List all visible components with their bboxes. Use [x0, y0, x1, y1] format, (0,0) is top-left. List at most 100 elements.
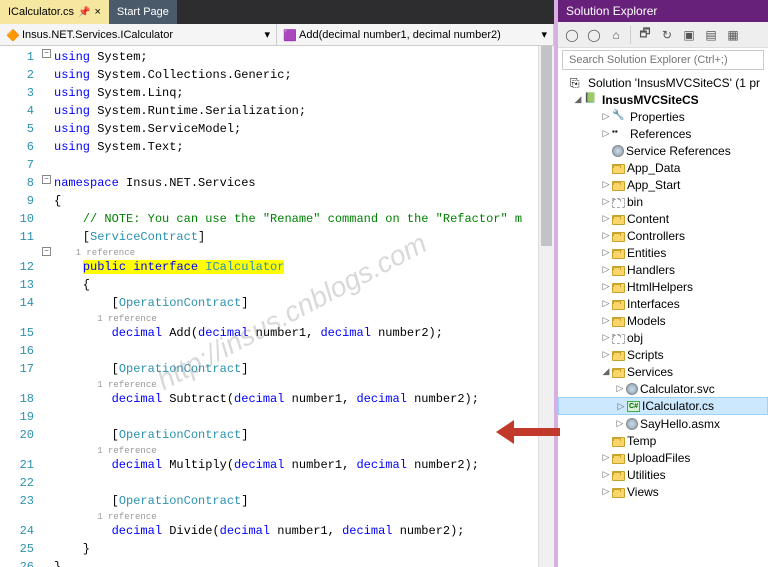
expand-icon[interactable]: ▷: [600, 247, 612, 258]
expand-icon[interactable]: ▷: [600, 281, 612, 292]
folder-icon: [612, 181, 625, 191]
tree-label: HtmlHelpers: [627, 280, 693, 294]
expand-icon[interactable]: ▷: [600, 264, 612, 275]
tree-item-service-references[interactable]: Service References: [558, 142, 768, 159]
expand-icon[interactable]: ▷: [600, 230, 612, 241]
references-icon: ▪▪: [612, 127, 628, 141]
tree-label: Handlers: [627, 263, 675, 277]
expand-icon[interactable]: ◢: [600, 366, 612, 377]
expand-icon[interactable]: ◢: [572, 94, 584, 105]
expand-icon[interactable]: ▷: [600, 213, 612, 224]
sync-icon[interactable]: 🗗: [635, 25, 655, 45]
nav-member-dropdown[interactable]: 🟪 Add(decimal number1, decimal number2) …: [277, 24, 554, 45]
home-icon[interactable]: ⌂: [606, 25, 626, 45]
expand-icon[interactable]: ▷: [600, 298, 612, 309]
folder-icon: [612, 437, 625, 447]
tree-item-uploadfiles[interactable]: ▷UploadFiles: [558, 449, 768, 466]
method-icon: 🟪: [283, 29, 295, 41]
tree-item-insusmvcsitecs[interactable]: ◢📗InsusMVCSiteCS: [558, 91, 768, 108]
forward-icon[interactable]: ◯: [584, 25, 604, 45]
tree-item-temp[interactable]: Temp: [558, 432, 768, 449]
tree-label: InsusMVCSiteCS: [602, 93, 699, 107]
fold-toggle[interactable]: −: [42, 175, 51, 184]
solution-tree: ⎘Solution 'InsusMVCSiteCS' (1 pr◢📗InsusM…: [558, 72, 768, 567]
expand-icon[interactable]: ▷: [600, 315, 612, 326]
expand-icon[interactable]: ▷: [614, 418, 626, 429]
folder-icon: [612, 351, 625, 361]
tree-item-solution-insusmvcsitecs-1-pr[interactable]: ⎘Solution 'InsusMVCSiteCS' (1 pr: [558, 74, 768, 91]
expand-icon[interactable]: ▷: [600, 349, 612, 360]
tree-item-bin[interactable]: ▷ bin: [558, 193, 768, 210]
expand-icon[interactable]: ▷: [600, 486, 612, 497]
solution-search: [558, 48, 768, 72]
folder-icon: [612, 300, 625, 310]
tree-item-services[interactable]: ◢ Services: [558, 363, 768, 380]
tree-label: bin: [627, 195, 643, 209]
tab-icalculator[interactable]: ICalculator.cs 📌 ×: [0, 0, 109, 24]
code-content[interactable]: using System;using System.Collections.Ge…: [54, 46, 538, 567]
expand-icon[interactable]: ▷: [600, 111, 612, 122]
pin-icon[interactable]: 📌: [78, 7, 90, 18]
tree-item-obj[interactable]: ▷ obj: [558, 329, 768, 346]
tree-item-app-start[interactable]: ▷App_Start: [558, 176, 768, 193]
tree-item-properties[interactable]: ▷🔧Properties: [558, 108, 768, 125]
tree-item-interfaces[interactable]: ▷Interfaces: [558, 295, 768, 312]
tree-item-content[interactable]: ▷ Content: [558, 210, 768, 227]
tree-item-views[interactable]: ▷Views: [558, 483, 768, 500]
folder-icon: [612, 249, 625, 259]
tree-item-handlers[interactable]: ▷ Handlers: [558, 261, 768, 278]
tree-label: Entities: [627, 246, 666, 260]
tree-label: Scripts: [627, 348, 664, 362]
folder-hidden-icon: [612, 198, 625, 208]
tree-item-htmlhelpers[interactable]: ▷ HtmlHelpers: [558, 278, 768, 295]
expand-icon[interactable]: ▷: [600, 128, 612, 139]
showall-icon[interactable]: ▤: [701, 25, 721, 45]
refresh-icon[interactable]: ↻: [657, 25, 677, 45]
folder-icon: [612, 232, 625, 242]
expand-icon[interactable]: ▷: [614, 383, 626, 394]
tree-item-utilities[interactable]: ▷ Utilities: [558, 466, 768, 483]
back-icon[interactable]: ◯: [562, 25, 582, 45]
properties-icon[interactable]: ▦: [723, 25, 743, 45]
tab-label: ICalculator.cs: [8, 6, 74, 18]
expand-icon[interactable]: ▷: [615, 401, 627, 412]
tree-label: Services: [627, 365, 673, 379]
fold-toggle[interactable]: −: [42, 247, 51, 256]
line-numbers: 1234567891011121314151617181920212223242…: [0, 46, 40, 567]
tree-item-scripts[interactable]: ▷ Scripts: [558, 346, 768, 363]
tab-label: Start Page: [117, 6, 169, 18]
tree-label: Utilities: [627, 468, 666, 482]
tree-item-references[interactable]: ▷▪▪References: [558, 125, 768, 142]
tree-item-calculator-svc[interactable]: ▷Calculator.svc: [558, 380, 768, 397]
collapse-icon[interactable]: ▣: [679, 25, 699, 45]
folder-icon: [612, 283, 625, 293]
tree-label: Content: [627, 212, 669, 226]
folder-icon: [612, 454, 625, 464]
tree-item-models[interactable]: ▷Models: [558, 312, 768, 329]
folder-icon: [612, 317, 625, 327]
tree-item-app-data[interactable]: App_Data: [558, 159, 768, 176]
tree-label: Properties: [630, 110, 685, 124]
tree-label: obj: [627, 331, 643, 345]
expand-icon[interactable]: ▷: [600, 452, 612, 463]
folder-icon: [612, 488, 625, 498]
tree-item-controllers[interactable]: ▷Controllers: [558, 227, 768, 244]
expand-icon[interactable]: ▷: [600, 196, 612, 207]
search-input[interactable]: [562, 50, 764, 70]
tree-item-entities[interactable]: ▷ Entities: [558, 244, 768, 261]
vertical-scrollbar[interactable]: [538, 46, 554, 567]
expand-icon[interactable]: ▷: [600, 332, 612, 343]
tree-item-sayhello-asmx[interactable]: ▷SayHello.asmx: [558, 415, 768, 432]
tree-item-icalculator-cs[interactable]: ▷C#ICalculator.cs: [558, 397, 768, 415]
folder-icon: [612, 368, 625, 378]
close-icon[interactable]: ×: [94, 6, 100, 18]
scroll-thumb[interactable]: [541, 46, 552, 246]
chevron-down-icon: ▾: [541, 28, 547, 41]
nav-type-dropdown[interactable]: 🔶 Insus.NET.Services.ICalculator ▾: [0, 24, 277, 45]
tab-startpage[interactable]: Start Page: [109, 0, 177, 24]
project-icon: 📗: [584, 93, 600, 107]
expand-icon[interactable]: ▷: [600, 179, 612, 190]
expand-icon[interactable]: ▷: [600, 469, 612, 480]
nav-bar: 🔶 Insus.NET.Services.ICalculator ▾ 🟪 Add…: [0, 24, 554, 46]
fold-toggle[interactable]: −: [42, 49, 51, 58]
